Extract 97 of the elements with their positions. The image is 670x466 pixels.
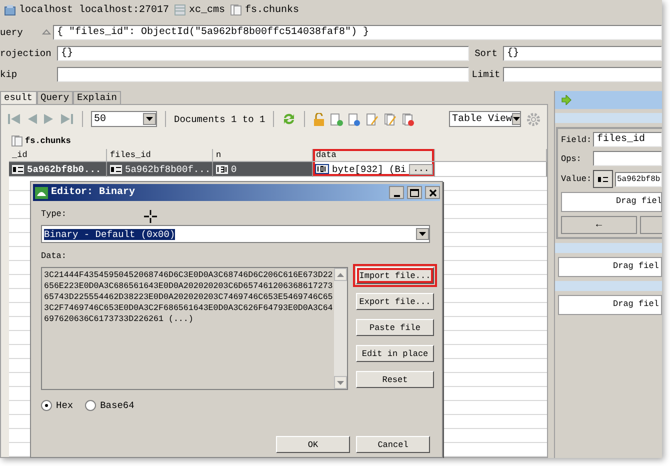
field-label: kip	[0, 68, 18, 80]
scrollbar[interactable]	[334, 268, 347, 389]
action-button[interactable]: Export file...	[356, 293, 434, 310]
edit-icon[interactable]	[366, 112, 380, 126]
scroll-up-icon[interactable]	[337, 272, 344, 276]
previous-icon[interactable]	[26, 113, 38, 125]
page-size-dropdown[interactable]: 50	[91, 111, 157, 127]
table-cell: byte[932] (Bi	[332, 164, 406, 174]
delete-document-icon[interactable]	[402, 112, 416, 126]
column-header[interactable]: _id	[9, 149, 107, 162]
column-header[interactable]: n	[213, 149, 313, 162]
field-label: rojection	[0, 48, 52, 58]
next-icon[interactable]	[43, 113, 55, 125]
edit-copy-icon[interactable]	[384, 112, 398, 126]
field-label: Field:	[561, 134, 591, 144]
app-icon	[35, 186, 48, 198]
action-button[interactable]: Reset	[356, 371, 434, 388]
query-field[interactable]: { "files_id": ObjectId("5a962bf8b00ffc514038faf8") }	[53, 24, 662, 40]
caret-icon	[146, 117, 153, 121]
field-label: Value:	[561, 174, 591, 184]
action-button[interactable]: Import file...	[356, 267, 434, 284]
tab[interactable]: esult	[0, 91, 37, 104]
document-type-icon	[110, 164, 122, 174]
dialog-title: Editor: Binary	[51, 187, 136, 198]
collection-title: fs.chunks	[25, 136, 71, 146]
tab[interactable]: Explain	[73, 91, 121, 104]
database-icon	[174, 4, 186, 16]
limit-field[interactable]	[503, 66, 662, 82]
field-label: Limit	[471, 68, 501, 80]
field-label: uery	[0, 26, 24, 38]
refresh-icon[interactable]	[282, 112, 296, 126]
crosshair-cursor-icon	[144, 210, 157, 223]
column-header[interactable]: files_id	[107, 149, 213, 162]
close-icon	[428, 188, 436, 196]
add-document-icon[interactable]	[330, 112, 344, 126]
last-page-icon[interactable]	[60, 113, 74, 125]
radio-label: Base64	[100, 400, 134, 411]
table-cell: 5a962bf8b00f...	[125, 164, 211, 174]
document-type-icon	[597, 174, 609, 184]
hex-line: 3C21444F43545950452068746D6C3E0D0A3C68746D6C206C616E673D22	[44, 270, 332, 281]
document-type-icon	[12, 164, 24, 174]
more-button[interactable]: ...	[409, 164, 434, 174]
radio-label: Hex	[56, 400, 74, 411]
move-left-button[interactable]: ←	[561, 216, 637, 234]
table-cell: 5a962bf8b0...	[27, 164, 102, 174]
table-cell: 0	[231, 164, 237, 174]
breadcrumb-item[interactable]: localhost localhost:27017	[19, 4, 170, 16]
column-header[interactable]: data	[313, 149, 435, 162]
close-button[interactable]	[425, 186, 440, 199]
ok-button[interactable]: OK	[276, 436, 350, 453]
table-row[interactable]: 5a962bf8b0... 5a962bf8b00f... 0 byte[932] (Bi ...	[9, 162, 547, 177]
maximize-button[interactable]	[407, 186, 422, 199]
value-type-button[interactable]	[593, 170, 613, 188]
value-field[interactable]: 5a962bf8b	[615, 172, 662, 186]
collection-icon	[11, 134, 23, 146]
breadcrumb-item[interactable]: fs.chunks	[245, 4, 300, 16]
field-label: Sort	[474, 48, 498, 58]
action-button[interactable]: Paste file	[356, 319, 434, 336]
hex-line: 3C2F7469746C653E0D0A3C2F686561643E0D0A3C626F64793E0D0A3C64	[44, 303, 332, 314]
view-dropdown[interactable]: Table View	[449, 111, 521, 127]
hex-line: 697620636C6173733D226261 (...)	[44, 314, 194, 325]
breadcrumb-item[interactable]: xc_cms	[189, 4, 226, 16]
data-text-area[interactable]	[41, 267, 348, 390]
type-label: Type:	[41, 209, 67, 219]
sort-field[interactable]: {}	[503, 46, 662, 60]
caret-icon	[419, 232, 426, 236]
hex-line: 65743D225554462D38223E0D0A202020203C7469746C653E5469746C65	[44, 292, 332, 303]
lock-icon[interactable]	[313, 112, 326, 126]
cancel-button[interactable]: Cancel	[356, 436, 430, 453]
settings-icon[interactable]	[526, 112, 541, 126]
data-label: Data:	[41, 251, 67, 261]
type-dropdown[interactable]: Binary - Default (0x00)	[41, 225, 430, 243]
minimize-icon	[394, 194, 400, 196]
radio-button[interactable]	[85, 400, 96, 411]
operator-field[interactable]	[593, 151, 662, 166]
tab[interactable]: Query	[36, 91, 74, 104]
radio-button[interactable]	[41, 400, 52, 411]
field-label: Ops:	[561, 154, 582, 164]
drop-zone[interactable]: Drag fiel	[558, 257, 662, 277]
first-page-icon[interactable]	[7, 113, 21, 125]
maximize-icon	[410, 188, 419, 196]
scroll-down-icon[interactable]	[337, 380, 344, 384]
field-name-field[interactable]: files_id	[593, 132, 662, 147]
binary-type-icon	[315, 164, 329, 174]
drop-zone[interactable]: Drag fiel	[558, 295, 662, 315]
document-count: Documents 1 to 1	[174, 114, 266, 124]
hex-line: 656E223E0D0A3C686561643E0D0A202020203C6D657461206368617273	[44, 281, 332, 292]
minimize-button[interactable]	[389, 186, 404, 199]
caret-icon	[513, 117, 520, 121]
collapse-icon[interactable]	[42, 29, 51, 35]
number-type-icon	[216, 164, 228, 174]
document-icon	[230, 4, 242, 16]
projection-field[interactable]: {}	[57, 46, 469, 60]
server-icon	[4, 4, 16, 16]
action-button[interactable]: Edit in place	[356, 345, 434, 362]
skip-field[interactable]	[57, 66, 469, 82]
arrow-right-icon[interactable]	[561, 95, 572, 105]
